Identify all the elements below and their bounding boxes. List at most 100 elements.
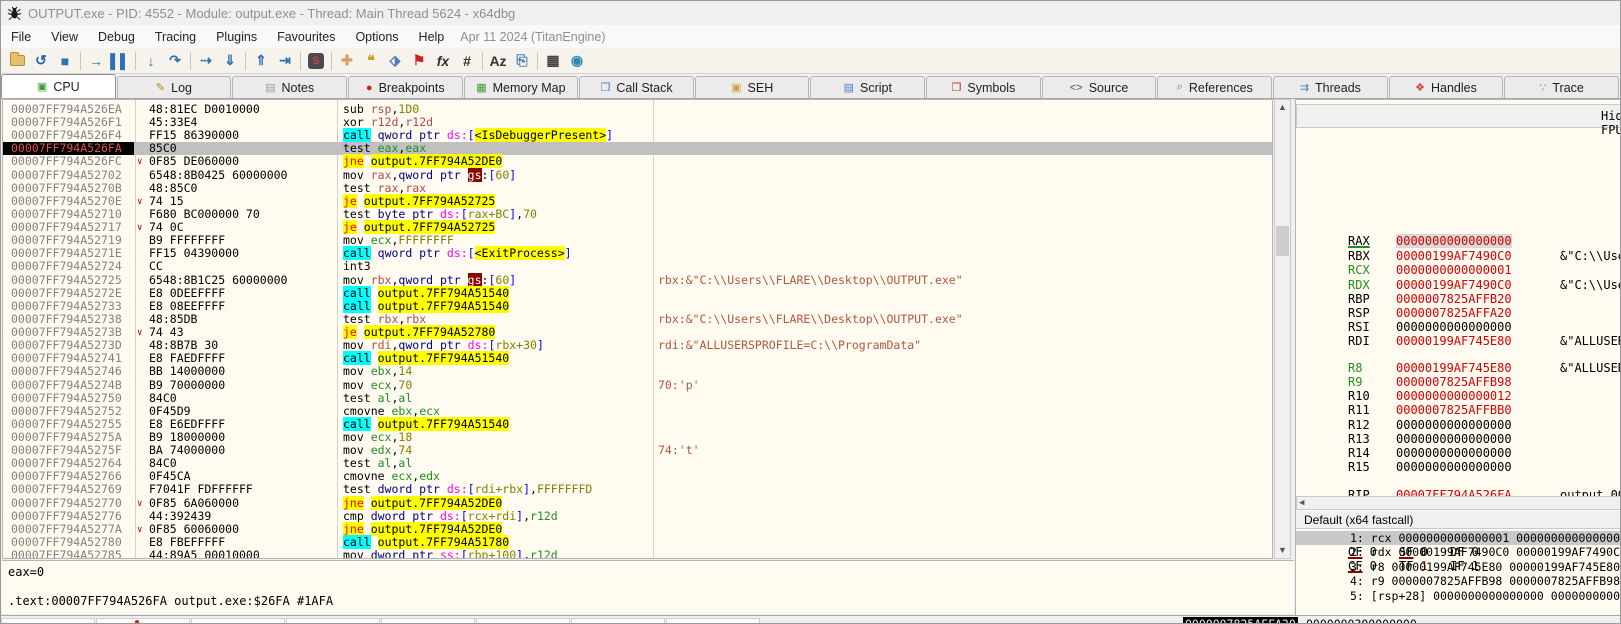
dump-tab-stub[interactable] xyxy=(1,618,95,624)
scroll-down-icon[interactable]: ▼ xyxy=(1275,543,1290,558)
menu-item-debug[interactable]: Debug xyxy=(88,27,145,47)
scrollbar-thumb[interactable] xyxy=(1276,226,1289,256)
scroll-left-icon[interactable]: ◀ xyxy=(1299,498,1304,508)
argument-row[interactable]: 3: r8 00000199AF745E80 00000199AF745E80 xyxy=(1296,560,1621,574)
disassembly-scrollbar[interactable]: ▲ ▼ xyxy=(1274,99,1291,559)
menu-item-options[interactable]: Options xyxy=(345,27,408,47)
disasm-row[interactable]: 00007FF794A5276484C0test al,al xyxy=(3,457,1272,470)
tab-seh[interactable]: ▣SEH xyxy=(695,76,810,98)
disasm-row[interactable]: 00007FF794A5270B48:85C0test rax,rax xyxy=(3,182,1272,195)
tab-script[interactable]: ▤Script xyxy=(810,76,925,98)
disasm-row[interactable]: 00007FF794A5277644:392439cmp dword ptr d… xyxy=(3,510,1272,523)
dump-tab-stub[interactable] xyxy=(666,618,760,624)
bookmark-icon[interactable]: ⚑ xyxy=(407,51,431,71)
tab-references[interactable]: ⌕References xyxy=(1157,76,1272,98)
register-value-r13: 0000000000000000 xyxy=(1396,432,1512,446)
menu-item-favourites[interactable]: Favourites xyxy=(267,27,345,47)
step-over-icon[interactable]: ↷ xyxy=(163,51,187,71)
argument-row[interactable]: 4: r9 0000007825AFFB98 0000007825AFFB98 xyxy=(1296,574,1621,588)
disasm-row[interactable]: 00007FF794A5275FBA 74000000mov edx,7474:… xyxy=(3,444,1272,457)
tab-trace[interactable]: ∵Trace xyxy=(1504,76,1619,98)
tab-log[interactable]: ✎Log xyxy=(117,76,232,98)
registers-pane[interactable]: Hide FPU RAX0000000000000000RBX00000199A… xyxy=(1295,99,1621,616)
stack-address[interactable]: 0000007825AFFA20 xyxy=(1183,617,1298,624)
argument-row[interactable]: 5: [rsp+28] 0000000000000000 00000000000… xyxy=(1296,589,1621,603)
hash-icon[interactable]: # xyxy=(455,51,479,71)
tab-cpu[interactable]: ▣CPU xyxy=(1,74,116,98)
comment-icon[interactable]: ❝ xyxy=(359,51,383,71)
tab-breakpoints[interactable]: ●Breakpoints xyxy=(348,76,463,98)
disasm-row[interactable]: 00007FF794A5274BB9 70000000mov ecx,7070:… xyxy=(3,379,1272,392)
step-into-icon[interactable]: ↓ xyxy=(139,51,163,71)
tab-memory-map[interactable]: ▦Memory Map xyxy=(464,76,579,98)
bottom-panes-strip[interactable]: 0000007825AFFA20 0000000300000000 xyxy=(1,615,1621,624)
argument-row[interactable]: 2: rdx 00000199AF7490C0 00000199AF7490C0 xyxy=(1296,545,1621,559)
dump-tab-stub[interactable] xyxy=(286,618,380,624)
disasm-row[interactable]: 00007FF794A52769F7041F FDFFFFFFtest dwor… xyxy=(3,483,1272,496)
dump-tab-stub[interactable] xyxy=(96,618,190,624)
stop-icon[interactable]: ■ xyxy=(53,51,77,71)
disasm-row[interactable]: 00007FF794A527026548:8B0425 60000000mov … xyxy=(3,169,1272,182)
execute-till-return-icon[interactable]: ⇑ xyxy=(249,51,273,71)
disasm-row[interactable]: 00007FF794A526FC∨0F85 DE060000jne output… xyxy=(3,155,1272,168)
disasm-row[interactable]: 00007FF794A5277A∨0F85 60060000jne output… xyxy=(3,523,1272,536)
restart-icon[interactable]: ↺ xyxy=(29,51,53,71)
disasm-row[interactable]: 00007FF794A527256548:8B1C25 60000000mov … xyxy=(3,274,1272,287)
tab-notes[interactable]: ▤Notes xyxy=(232,76,347,98)
tab-threads[interactable]: ⇉Threads xyxy=(1273,76,1388,98)
calculator-icon[interactable]: ▦ xyxy=(541,51,565,71)
disasm-row[interactable]: 00007FF794A52746BB 14000000mov ebx,14 xyxy=(3,365,1272,378)
run-icon[interactable]: → xyxy=(84,51,108,71)
disasm-row[interactable]: 00007FF794A5272EE8 0DEEFFFFcall output.7… xyxy=(3,287,1272,300)
tab-symbols[interactable]: ❒Symbols xyxy=(926,76,1041,98)
open-file-icon[interactable] xyxy=(5,51,29,71)
disasm-row[interactable]: 00007FF794A5271EFF15 04390000call qword … xyxy=(3,247,1272,260)
register-name-rax: RAX xyxy=(1348,234,1370,248)
instruction-address: 00007FF794A52770 xyxy=(11,497,122,510)
tab-source[interactable]: <>Source xyxy=(1042,76,1157,98)
tab-threads-label: Threads xyxy=(1315,81,1361,95)
step-out-icon[interactable]: ⇓ xyxy=(218,51,242,71)
menu-item-file[interactable]: File xyxy=(1,27,41,47)
scroll-up-icon[interactable]: ▲ xyxy=(1275,100,1290,115)
disasm-row[interactable]: 00007FF794A52710F680 BC000000 70test byt… xyxy=(3,208,1272,221)
label-icon[interactable]: ⬗ xyxy=(383,51,407,71)
function-icon[interactable]: fx xyxy=(431,51,455,71)
modules-icon[interactable]: ⎘ xyxy=(510,51,534,71)
animate-into-icon[interactable]: S xyxy=(304,51,328,71)
hide-fpu-button[interactable]: Hide FPU xyxy=(1601,109,1621,137)
dump-tab-stub[interactable] xyxy=(571,618,665,624)
disasm-row[interactable]: 00007FF794A52733E8 08EEFFFFcall output.7… xyxy=(3,300,1272,313)
dump-tab-stub[interactable] xyxy=(191,618,285,624)
disasm-row[interactable]: 00007FF794A5273848:85DBtest rbx,rbxrbx:&… xyxy=(3,313,1272,326)
patch-icon[interactable]: ✚ xyxy=(335,51,359,71)
internet-icon[interactable]: ◉ xyxy=(565,51,589,71)
jump-arrow-icon: ∨ xyxy=(137,156,142,169)
dump-tab-stub[interactable] xyxy=(476,618,570,624)
menu-item-view[interactable]: View xyxy=(41,27,88,47)
disassembly-pane[interactable]: 00007FF794A526EA48:81EC D0010000sub rsp,… xyxy=(2,99,1273,559)
disasm-row[interactable]: 00007FF794A526F4FF15 86390000call qword … xyxy=(3,129,1272,142)
run-to-user-code-icon[interactable]: ⇥ xyxy=(273,51,297,71)
strings-icon[interactable]: Az xyxy=(486,51,510,71)
calling-convention-header[interactable]: Default (x64 fastcall) xyxy=(1296,511,1621,529)
tab-cpu-icon: ▣ xyxy=(37,80,47,93)
tab-handles[interactable]: ❖Handles xyxy=(1389,76,1504,98)
disasm-row[interactable]: 00007FF794A5275084C0test al,al xyxy=(3,392,1272,405)
menu-item-plugins[interactable]: Plugins xyxy=(206,27,267,47)
menu-item-tracing[interactable]: Tracing xyxy=(145,27,206,47)
dump-tab-stub[interactable] xyxy=(381,618,475,624)
disasm-row[interactable]: 00007FF794A527520F45D9cmovne ebx,ecx xyxy=(3,405,1272,418)
disasm-row[interactable]: 00007FF794A52724CCint3 xyxy=(3,260,1272,273)
instruction-bytes: 84C0 xyxy=(149,392,177,405)
run-to-selection-icon[interactable]: ⇢ xyxy=(194,51,218,71)
disasm-row[interactable]: 00007FF794A52770∨0F85 6A060000jne output… xyxy=(3,497,1272,510)
argument-row[interactable]: 1: rcx 0000000000000001 0000000000000000 xyxy=(1296,531,1621,545)
disasm-row[interactable]: 00007FF794A5270E∨74 15je output.7FF794A5… xyxy=(3,195,1272,208)
token-g: edx xyxy=(371,443,392,457)
menu-item-help[interactable]: Help xyxy=(409,27,455,47)
disasm-row[interactable]: 00007FF794A5278544:89A5 00010000mov dwor… xyxy=(3,549,1272,559)
pause-icon[interactable]: ▌▌ xyxy=(108,51,132,71)
registers-hscrollbar[interactable]: ◀ xyxy=(1296,496,1621,510)
tab-call-stack[interactable]: ❐Call Stack xyxy=(579,76,694,98)
